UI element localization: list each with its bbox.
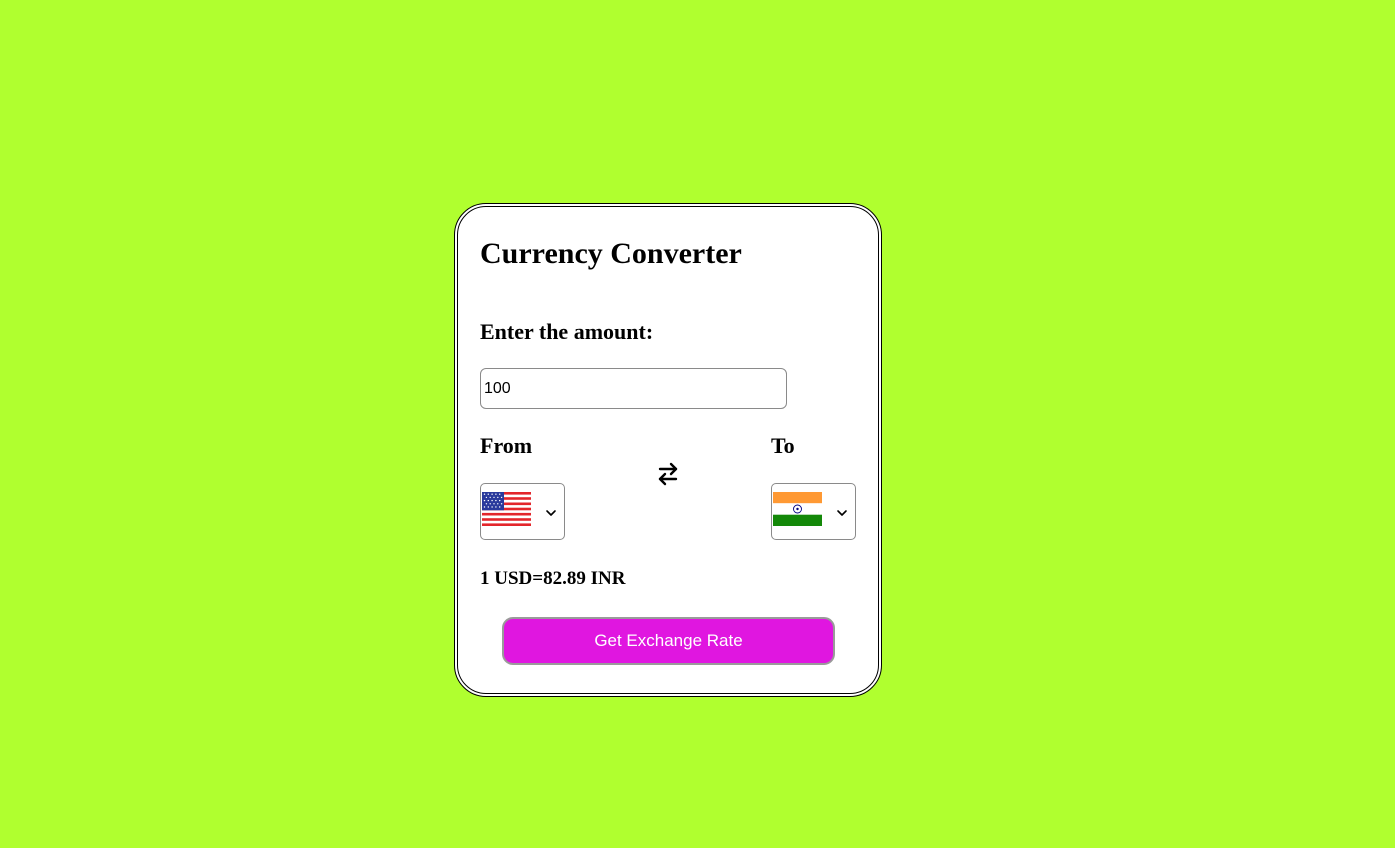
to-label: To <box>771 433 795 458</box>
converter-card: Currency Converter Enter the amount: Fro… <box>454 203 882 697</box>
india-flag-icon <box>773 492 822 526</box>
chevron-down-icon <box>837 510 847 516</box>
us-flag-icon <box>482 492 531 526</box>
swap-arrows-icon[interactable] <box>654 460 682 488</box>
from-currency-select[interactable] <box>480 483 565 540</box>
amount-input[interactable] <box>480 368 787 409</box>
page-title: Currency Converter <box>480 237 742 270</box>
get-exchange-rate-button[interactable]: Get Exchange Rate <box>502 617 835 665</box>
amount-label: Enter the amount: <box>480 319 654 344</box>
chevron-down-icon <box>546 510 556 516</box>
from-label: From <box>480 433 533 458</box>
exchange-rate-text: 1 USD=82.89 INR <box>480 568 626 589</box>
to-currency-select[interactable] <box>771 483 856 540</box>
